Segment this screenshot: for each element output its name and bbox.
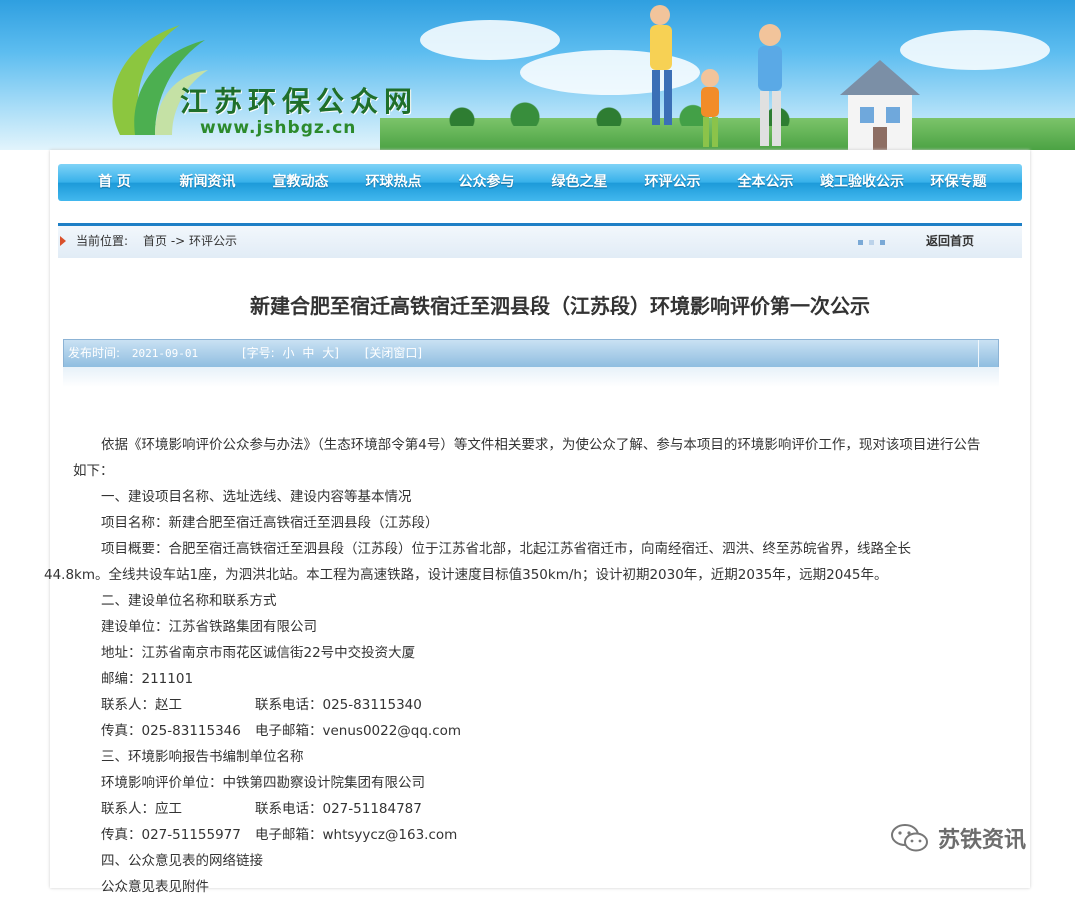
meta-divider bbox=[978, 340, 979, 367]
eia-unit: 环境影响评价单位：中铁第四勘察设计院集团有限公司 bbox=[101, 775, 425, 791]
close-window-link[interactable]: [关闭窗口] bbox=[365, 346, 422, 360]
nav-item-green-star[interactable]: 绿色之星 bbox=[533, 164, 626, 201]
font-medium-link[interactable]: 中 bbox=[302, 346, 314, 360]
email: 电子邮箱：whtsyycz@163.com bbox=[255, 827, 458, 843]
font-size-label: [字号: bbox=[241, 346, 275, 360]
fax-email-row: 传真：025-83115346 电子邮箱：venus0022@qq.com bbox=[73, 718, 983, 744]
project-overview-cont: 44.8km。全线共设车站1座，为泗洪北站。本工程为高速铁路，设计速度目标值35… bbox=[44, 567, 888, 583]
arrow-bullet-icon bbox=[60, 236, 66, 246]
section-heading: 二、建设单位名称和联系方式 bbox=[101, 593, 277, 609]
project-name: 项目名称：新建合肥至宿迁高铁宿迁至泗县段（江苏段） bbox=[101, 515, 439, 531]
fax: 传真：027-51155977 bbox=[101, 827, 241, 843]
watermark: 苏铁资讯 bbox=[890, 822, 1026, 854]
site-name[interactable]: 江苏环保公众网 bbox=[180, 80, 418, 120]
publish-label: 发布时间: bbox=[68, 346, 121, 360]
breadcrumb: 当前位置: 首页 -> 环评公示 返回首页 bbox=[58, 226, 1022, 258]
builder-address: 地址：江苏省南京市雨花区诚信街22号中交投资大厦 bbox=[101, 645, 416, 661]
nav-item-topics[interactable]: 环保专题 bbox=[912, 164, 1005, 201]
house-icon bbox=[840, 60, 920, 150]
publish-date: 2021-09-01 bbox=[131, 347, 199, 360]
project-overview: 项目概要：合肥至宿迁高铁宿迁至泗县段（江苏段）位于江苏省北部，北起江苏省宿迁市，… bbox=[101, 541, 911, 557]
nav-item-global[interactable]: 环球热点 bbox=[347, 164, 440, 201]
article-body: 依据《环境影响评价公众参与办法》（生态环境部令第4号）等文件相关要求，为使公众了… bbox=[44, 432, 983, 900]
contact-row: 联系人：应工 联系电话：027-51184787 bbox=[73, 796, 983, 822]
builder-unit: 建设单位：江苏省铁路集团有限公司 bbox=[101, 619, 317, 635]
contact-row: 联系人：赵工 联系电话：025-83115340 bbox=[73, 692, 983, 718]
email: 电子邮箱：venus0022@qq.com bbox=[255, 723, 462, 739]
intro-paragraph: 依据《环境影响评价公众参与办法》（生态环境部令第4号）等文件相关要求，为使公众了… bbox=[73, 437, 981, 479]
nav-item-participation[interactable]: 公众参与 bbox=[440, 164, 533, 201]
attachment-note: 公众意见表见附件 bbox=[101, 879, 209, 895]
section-heading: 一、建设项目名称、选址选线、建设内容等基本情况 bbox=[101, 489, 412, 505]
font-small-link[interactable]: 小 bbox=[283, 346, 295, 360]
fax-email-row: 传真：027-51155977 电子邮箱：whtsyycz@163.com bbox=[73, 822, 983, 848]
fax: 传真：025-83115346 bbox=[101, 723, 241, 739]
nav-item-acceptance[interactable]: 竣工验收公示 bbox=[812, 164, 912, 201]
site-url[interactable]: www.jshbgz.cn bbox=[200, 118, 356, 138]
meta-shadow bbox=[63, 367, 999, 387]
builder-postcode: 邮编：211101 bbox=[101, 671, 194, 687]
nav-item-eia[interactable]: 环评公示 bbox=[626, 164, 719, 201]
breadcrumb-path[interactable]: 首页 -> 环评公示 bbox=[143, 226, 237, 256]
wechat-icon bbox=[891, 824, 928, 852]
article-meta-bar: 发布时间: 2021-09-01 [字号: 小 中 大] [关闭窗口] bbox=[63, 339, 999, 368]
nav-item-home[interactable]: 首 页 bbox=[68, 164, 161, 201]
article-title: 新建合肥至宿迁高铁宿迁至泗县段（江苏段）环境影响评价第一次公示 bbox=[250, 294, 870, 318]
main-nav: 首 页 新闻资讯 宣教动态 环球热点 公众参与 绿色之星 环评公示 全本公示 竣… bbox=[58, 164, 1022, 201]
site-banner: 江苏环保公众网 www.jshbgz.cn bbox=[0, 0, 1075, 150]
font-large-link[interactable]: 大] bbox=[322, 346, 339, 360]
nav-item-full-text[interactable]: 全本公示 bbox=[719, 164, 812, 201]
back-home-link[interactable]: 返回首页 bbox=[926, 226, 974, 256]
contact-phone: 联系电话：025-83115340 bbox=[255, 697, 422, 713]
cloud bbox=[420, 20, 560, 60]
section-heading: 四、公众意见表的网络链接 bbox=[101, 853, 263, 869]
nav-item-education[interactable]: 宣教动态 bbox=[254, 164, 347, 201]
dots-icon bbox=[858, 240, 885, 245]
section-heading: 三、环境影响报告书编制单位名称 bbox=[101, 749, 304, 765]
contact-name: 联系人：应工 bbox=[101, 801, 182, 817]
contact-phone: 联系电话：027-51184787 bbox=[255, 801, 422, 817]
breadcrumb-label: 当前位置: bbox=[76, 234, 129, 248]
watermark-text: 苏铁资讯 bbox=[938, 828, 1027, 853]
nav-item-news[interactable]: 新闻资讯 bbox=[161, 164, 254, 201]
contact-name: 联系人：赵工 bbox=[101, 697, 182, 713]
family-illustration-icon bbox=[650, 5, 782, 147]
